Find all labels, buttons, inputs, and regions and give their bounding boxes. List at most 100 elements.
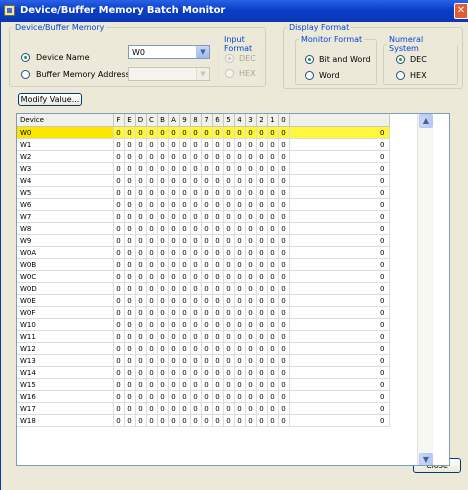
bit-cell[interactable]: 0 — [256, 222, 268, 235]
bit-cell[interactable]: 0 — [168, 174, 180, 187]
bit-cell[interactable]: 0 — [267, 210, 279, 223]
bit-cell[interactable]: 0 — [135, 138, 147, 151]
bit-cell[interactable]: 0 — [267, 186, 279, 199]
buffer-memory-address-combo[interactable]: ▼ — [128, 67, 210, 81]
bit-cell[interactable]: 0 — [124, 258, 136, 271]
bit-cell[interactable]: 0 — [179, 330, 191, 343]
table-row[interactable]: W6 0 0 0 0 0 0 0 0 0 0 0 0 0 0 0 0 0 — [17, 198, 390, 211]
word-value-cell[interactable]: 0 — [289, 354, 390, 367]
word-value-cell[interactable]: 0 — [289, 162, 390, 175]
word-value-cell[interactable]: 0 — [289, 378, 390, 391]
bit-cell[interactable]: 0 — [212, 318, 224, 331]
bit-cell[interactable]: 0 — [267, 270, 279, 283]
bit-cell[interactable]: 0 — [146, 414, 158, 427]
bit-cell[interactable]: 0 — [168, 258, 180, 271]
vertical-scrollbar[interactable]: ▲ ▼ — [417, 114, 433, 465]
table-row[interactable]: W11 0 0 0 0 0 0 0 0 0 0 0 0 0 0 0 0 0 — [17, 330, 390, 343]
bit-cell[interactable]: 0 — [179, 186, 191, 199]
bit-cell[interactable]: 0 — [190, 282, 202, 295]
bit-cell[interactable]: 0 — [256, 402, 268, 415]
bit-cell[interactable]: 0 — [234, 330, 246, 343]
word-column-header[interactable] — [289, 114, 390, 127]
bit-cell[interactable]: 0 — [124, 306, 136, 319]
bit-cell[interactable]: 0 — [168, 330, 180, 343]
bit-cell[interactable]: 0 — [245, 402, 257, 415]
bit-cell[interactable]: 0 — [201, 150, 213, 163]
bit-cell[interactable]: 0 — [212, 162, 224, 175]
bit-cell[interactable]: 0 — [157, 222, 169, 235]
bit-cell[interactable]: 0 — [256, 234, 268, 247]
word-value-cell[interactable]: 0 — [289, 186, 390, 199]
bit-cell[interactable]: 0 — [190, 402, 202, 415]
bit-and-word-radio[interactable] — [305, 55, 314, 64]
bit-cell[interactable]: 0 — [223, 318, 235, 331]
bit-cell[interactable]: 0 — [234, 258, 246, 271]
bit-cell[interactable]: 0 — [113, 306, 125, 319]
bit-cell[interactable]: 0 — [146, 210, 158, 223]
bit-cell[interactable]: 0 — [179, 294, 191, 307]
bit-cell[interactable]: 0 — [201, 174, 213, 187]
table-row[interactable]: W1 0 0 0 0 0 0 0 0 0 0 0 0 0 0 0 0 0 — [17, 138, 390, 151]
bit-cell[interactable]: 0 — [256, 318, 268, 331]
bit-cell[interactable]: 0 — [267, 174, 279, 187]
bit-cell[interactable]: 0 — [168, 138, 180, 151]
bit-cell[interactable]: 0 — [113, 186, 125, 199]
bit-cell[interactable]: 0 — [168, 246, 180, 259]
bit-column-header[interactable]: D — [135, 114, 147, 127]
bit-cell[interactable]: 0 — [234, 246, 246, 259]
bit-cell[interactable]: 0 — [135, 270, 147, 283]
bit-cell[interactable]: 0 — [168, 342, 180, 355]
bit-cell[interactable]: 0 — [179, 222, 191, 235]
bit-cell[interactable]: 0 — [190, 174, 202, 187]
bit-cell[interactable]: 0 — [146, 366, 158, 379]
bit-cell[interactable]: 0 — [267, 342, 279, 355]
bit-cell[interactable]: 0 — [201, 258, 213, 271]
bit-column-header[interactable]: 1 — [267, 114, 279, 127]
bit-cell[interactable]: 0 — [190, 150, 202, 163]
word-value-cell[interactable]: 0 — [289, 366, 390, 379]
bit-cell[interactable]: 0 — [201, 294, 213, 307]
bit-column-header[interactable]: 5 — [223, 114, 235, 127]
bit-cell[interactable]: 0 — [234, 306, 246, 319]
bit-cell[interactable]: 0 — [223, 342, 235, 355]
bit-cell[interactable]: 0 — [256, 306, 268, 319]
bit-cell[interactable]: 0 — [113, 270, 125, 283]
bit-cell[interactable]: 0 — [212, 186, 224, 199]
device-column-header[interactable]: Device — [17, 114, 114, 127]
bit-cell[interactable]: 0 — [245, 150, 257, 163]
bit-cell[interactable]: 0 — [157, 234, 169, 247]
bit-cell[interactable]: 0 — [212, 330, 224, 343]
bit-cell[interactable]: 0 — [267, 390, 279, 403]
bit-cell[interactable]: 0 — [135, 354, 147, 367]
bit-cell[interactable]: 0 — [135, 246, 147, 259]
bit-cell[interactable]: 0 — [124, 174, 136, 187]
bit-cell[interactable]: 0 — [234, 222, 246, 235]
bit-cell[interactable]: 0 — [146, 306, 158, 319]
bit-cell[interactable]: 0 — [278, 318, 290, 331]
bit-cell[interactable]: 0 — [179, 402, 191, 415]
bit-cell[interactable]: 0 — [135, 366, 147, 379]
bit-cell[interactable]: 0 — [168, 402, 180, 415]
bit-cell[interactable]: 0 — [212, 354, 224, 367]
table-row[interactable]: W4 0 0 0 0 0 0 0 0 0 0 0 0 0 0 0 0 0 — [17, 174, 390, 187]
table-row[interactable]: W17 0 0 0 0 0 0 0 0 0 0 0 0 0 0 0 0 0 — [17, 402, 390, 415]
bit-cell[interactable]: 0 — [124, 366, 136, 379]
bit-cell[interactable]: 0 — [278, 282, 290, 295]
bit-cell[interactable]: 0 — [124, 294, 136, 307]
bit-column-header[interactable]: 2 — [256, 114, 268, 127]
bit-cell[interactable]: 0 — [223, 150, 235, 163]
bit-cell[interactable]: 0 — [256, 150, 268, 163]
bit-cell[interactable]: 0 — [168, 282, 180, 295]
word-radio[interactable] — [305, 71, 314, 80]
bit-cell[interactable]: 0 — [146, 138, 158, 151]
table-row[interactable]: W10 0 0 0 0 0 0 0 0 0 0 0 0 0 0 0 0 0 — [17, 318, 390, 331]
bit-cell[interactable]: 0 — [168, 126, 180, 139]
bit-cell[interactable]: 0 — [245, 162, 257, 175]
bit-cell[interactable]: 0 — [179, 354, 191, 367]
bit-cell[interactable]: 0 — [190, 390, 202, 403]
bit-cell[interactable]: 0 — [179, 234, 191, 247]
bit-cell[interactable]: 0 — [234, 186, 246, 199]
bit-cell[interactable]: 0 — [124, 402, 136, 415]
bit-cell[interactable]: 0 — [157, 270, 169, 283]
bit-cell[interactable]: 0 — [146, 198, 158, 211]
